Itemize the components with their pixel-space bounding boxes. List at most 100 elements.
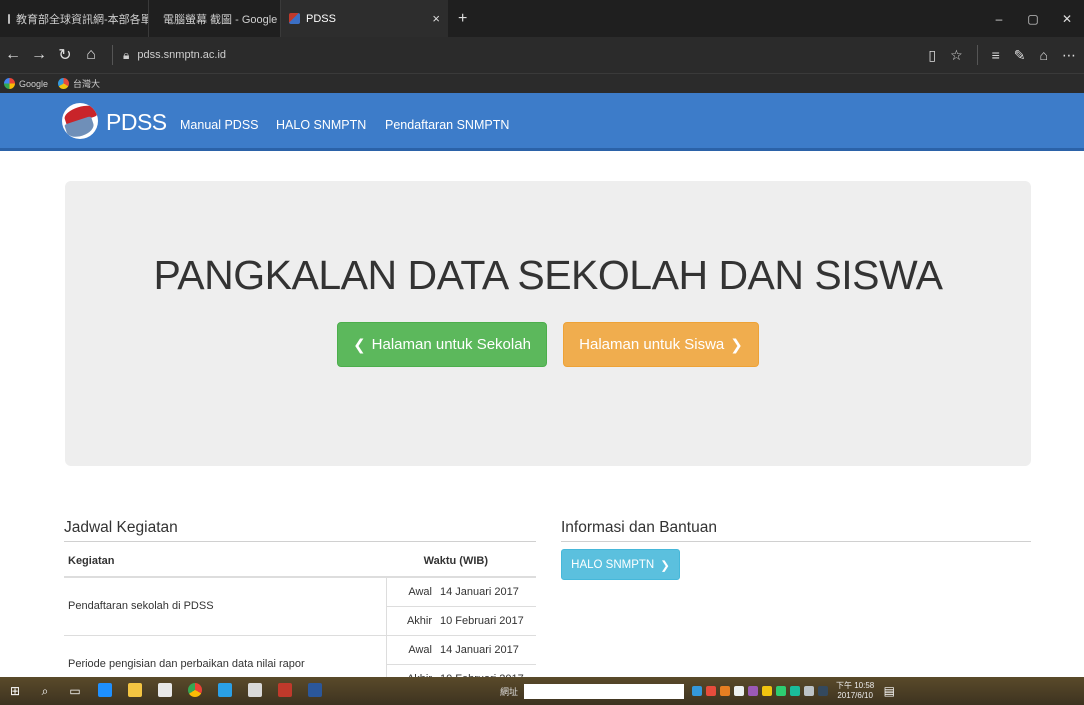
wheel-icon (58, 78, 70, 89)
tray-icon[interactable] (720, 686, 731, 696)
info-heading: Informasi dan Bantuan (561, 519, 717, 536)
tab-label: PDSS (306, 12, 336, 25)
col-waktu: Waktu (WIB) (386, 546, 536, 578)
tray-icon[interactable] (776, 686, 787, 696)
jadwal-table: Kegiatan Waktu (WIB) Pendaftaran sekolah… (64, 546, 536, 694)
chevron-right-icon: ❯ (730, 336, 743, 354)
browser-tab-2[interactable]: 電腦螢幕 截圖 - Google 搜尋 (148, 0, 280, 37)
taskbar-address-input[interactable] (524, 683, 685, 699)
halo-snmptn-button[interactable]: HALO SNMPTN ❯ (561, 549, 680, 580)
student-page-button[interactable]: Halaman untuk Siswa ❯ (563, 322, 759, 367)
tray-icon[interactable] (748, 686, 759, 696)
task-view-icon[interactable]: ▭ (60, 684, 90, 698)
tray-icon[interactable] (734, 686, 745, 696)
new-tab-button[interactable]: + (448, 0, 477, 37)
jadwal-divider (64, 541, 536, 542)
favorite-google[interactable]: Google (4, 78, 48, 89)
taskbar-address-label: 網址 (500, 686, 519, 697)
site-brand[interactable]: PDSS (106, 109, 167, 136)
refresh-icon[interactable]: ↻ (52, 45, 78, 65)
toolbar-right: ▯ ☆ ≡ ✎ ⌂ ⋯ (928, 45, 1084, 65)
button-label: Halaman untuk Sekolah (371, 336, 531, 353)
hub-icon[interactable]: ≡ (992, 47, 1000, 63)
page-icon (8, 13, 10, 24)
antivirus-icon[interactable] (270, 682, 300, 700)
button-label: HALO SNMPTN (571, 558, 655, 571)
browser-tab-strip: 教育部全球資訊網-本部各單 電腦螢幕 截圖 - Google 搜尋 PDSS ×… (0, 0, 1084, 37)
close-tab-icon[interactable]: × (432, 11, 440, 26)
awal-date: 14 Januari 2017 (436, 635, 536, 665)
awal-date: 14 Januari 2017 (436, 577, 536, 607)
tray-icon[interactable] (790, 686, 801, 696)
favorite-label: 台灣大 (73, 79, 101, 89)
browser-tab-active[interactable]: PDSS × (280, 0, 448, 37)
nav-halo-snmptn[interactable]: HALO SNMPTN (276, 118, 366, 132)
awal-label: Awal (385, 577, 436, 607)
pdss-favicon (289, 13, 300, 24)
window-controls: – ▢ ✕ (982, 0, 1084, 37)
table-row: Pendaftaran sekolah di PDSS Awal 14 Janu… (64, 577, 536, 636)
kegiatan-cell: Pendaftaran sekolah di PDSS (64, 577, 386, 636)
favorite-label: Google (19, 78, 49, 89)
clock-date: 2017/6/10 (837, 691, 873, 700)
tray-icon[interactable] (818, 686, 829, 696)
file-explorer-icon[interactable] (120, 682, 150, 700)
home-icon[interactable]: ⌂ (78, 46, 104, 64)
tray-icon[interactable] (804, 686, 815, 696)
url-field[interactable]: 🔒︎ pdss.snmptn.ac.id (112, 45, 226, 65)
tab-label: 教育部全球資訊網-本部各單 (16, 13, 148, 26)
tab-label: 電腦螢幕 截圖 - Google 搜尋 (163, 13, 280, 26)
akhir-label: Akhir (385, 606, 436, 636)
windows-taskbar: ⊞ ⌕ ▭ 網址 下午 10:58 2017/6/10 ▤ (0, 677, 1084, 705)
word-icon[interactable] (300, 682, 330, 700)
back-icon[interactable]: ← (0, 46, 26, 64)
info-divider (561, 541, 1031, 542)
store-icon[interactable] (150, 682, 180, 700)
start-icon[interactable]: ⊞ (0, 684, 30, 698)
toolbar-divider (976, 45, 978, 65)
awal-label: Awal (385, 635, 436, 665)
favorite-taiwan[interactable]: 台灣大 (58, 77, 100, 90)
address-bar: ← → ↻ ⌂ 🔒︎ pdss.snmptn.ac.id ▯ ☆ ≡ ✎ ⌂ ⋯ (0, 37, 1084, 73)
favorites-bar: Google 台灣大 (0, 73, 1084, 93)
maximize-icon[interactable]: ▢ (1016, 12, 1050, 26)
more-icon[interactable]: ⋯ (1062, 47, 1076, 64)
col-kegiatan: Kegiatan (64, 546, 386, 578)
button-label: Halaman untuk Siswa (579, 336, 725, 353)
tray-icon[interactable] (762, 686, 773, 696)
ie-icon[interactable] (210, 682, 240, 700)
chevron-right-icon: ❯ (660, 559, 670, 572)
nav-pendaftaran-snmptn[interactable]: Pendaftaran SNMPTN (385, 118, 509, 132)
taskbar-clock[interactable]: 下午 10:58 2017/6/10 (836, 681, 874, 701)
notifications-icon[interactable]: ▤ (874, 684, 904, 698)
hero-title: PANGKALAN DATA SEKOLAH DAN SISWA (153, 252, 943, 298)
tray-icon[interactable] (706, 686, 717, 696)
clock-time: 下午 10:58 (836, 681, 875, 690)
google-icon (4, 78, 15, 89)
favorite-star-icon[interactable]: ☆ (950, 47, 963, 64)
search-icon[interactable]: ⌕ (30, 684, 60, 699)
tray-icon[interactable] (692, 686, 703, 696)
url-text: pdss.snmptn.ac.id (137, 49, 227, 61)
close-window-icon[interactable]: ✕ (1050, 12, 1084, 26)
lock-icon: 🔒︎ (123, 47, 130, 62)
minimize-icon[interactable]: – (982, 12, 1016, 26)
hero-panel (65, 181, 1031, 466)
share-icon[interactable]: ⌂ (1040, 47, 1048, 63)
web-note-icon[interactable]: ✎ (1014, 47, 1026, 64)
calculator-icon[interactable] (240, 682, 270, 700)
school-page-button[interactable]: ❮ Halaman untuk Sekolah (337, 322, 547, 367)
nav-manual-pdss[interactable]: Manual PDSS (180, 118, 259, 132)
edge-icon[interactable] (90, 682, 120, 700)
table-row: Periode pengisian dan perbaikan data nil… (64, 635, 536, 694)
table-header-row: Kegiatan Waktu (WIB) (64, 546, 536, 578)
system-tray (692, 686, 829, 696)
chrome-icon[interactable] (180, 682, 210, 700)
browser-tab-1[interactable]: 教育部全球資訊網-本部各單 (0, 0, 148, 37)
forward-icon[interactable]: → (26, 46, 52, 64)
taskbar-address: 網址 (500, 683, 685, 699)
reading-view-icon[interactable]: ▯ (928, 47, 936, 64)
pdss-logo[interactable] (62, 103, 98, 139)
akhir-date: 10 Februari 2017 (436, 606, 536, 636)
chevron-left-icon: ❮ (353, 336, 366, 354)
